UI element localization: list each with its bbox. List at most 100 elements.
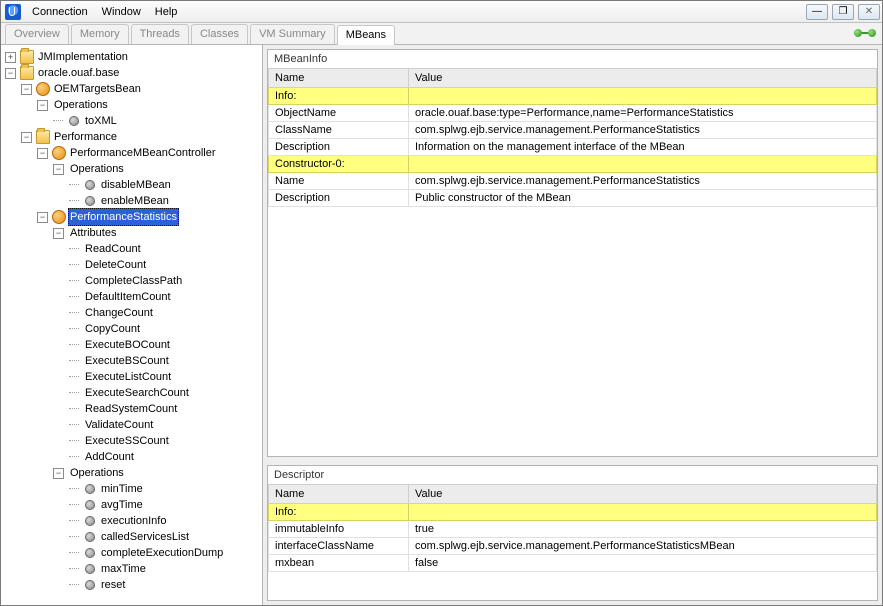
maximize-button[interactable]: ❐ — [832, 4, 854, 20]
tree-label: Attributes — [68, 225, 118, 241]
mbeaninfo-table: Name Value Info: ObjectNameoracle.ouaf.b… — [268, 68, 877, 207]
tree-label: JMImplementation — [36, 49, 130, 65]
tree-op-executioninfo[interactable]: executionInfo — [69, 513, 262, 529]
tree-node-enablembean[interactable]: enableMBean — [69, 193, 262, 209]
col-value[interactable]: Value — [409, 485, 877, 504]
info-header-row: Info: — [269, 504, 877, 521]
cell: Public constructor of the MBean — [409, 190, 877, 207]
menu-connection[interactable]: Connection — [25, 1, 95, 23]
tree-node-performance-statistics[interactable]: − PerformanceStatistics — [37, 209, 262, 225]
operation-icon — [85, 180, 95, 190]
tree-node-disablembean[interactable]: disableMBean — [69, 177, 262, 193]
cell: immutableInfo — [269, 521, 409, 538]
tab-overview[interactable]: Overview — [5, 24, 69, 44]
tree-label: oracle.ouaf.base — [36, 65, 121, 81]
cell — [409, 88, 877, 105]
tree-op-mintime[interactable]: minTime — [69, 481, 262, 497]
mbean-tree[interactable]: + JMImplementation − oracle.ouaf.base − … — [1, 45, 263, 605]
tree-attr-executelistcount[interactable]: ExecuteListCount — [69, 369, 262, 385]
col-name[interactable]: Name — [269, 69, 409, 88]
tree-attr-executebscount[interactable]: ExecuteBSCount — [69, 353, 262, 369]
tree-label: completeExecutionDump — [99, 545, 225, 561]
operation-icon — [85, 532, 95, 542]
tab-mbeans[interactable]: MBeans — [337, 25, 395, 45]
col-name[interactable]: Name — [269, 485, 409, 504]
tree-node-oemtargetsbean[interactable]: − OEMTargetsBean — [21, 81, 262, 97]
tree-node-pmbc-operations[interactable]: − Operations — [53, 161, 262, 177]
cell: Information on the management interface … — [409, 139, 877, 156]
tree-op-avgtime[interactable]: avgTime — [69, 497, 262, 513]
tree-node-jmimplementation[interactable]: + JMImplementation — [5, 49, 262, 65]
folder-icon — [36, 130, 50, 144]
tree-attr-validatecount[interactable]: ValidateCount — [69, 417, 262, 433]
detail-pane: MBeanInfo Name Value Info: ObjectNameora… — [263, 45, 882, 605]
tree-node-oracle-ouaf-base[interactable]: − oracle.ouaf.base — [5, 65, 262, 81]
tree-node-attributes[interactable]: − Attributes — [53, 225, 262, 241]
tree-node-oem-operations[interactable]: − Operations — [37, 97, 262, 113]
table-row[interactable]: mxbeanfalse — [269, 555, 877, 572]
tree-op-completeexecutiondump[interactable]: completeExecutionDump — [69, 545, 262, 561]
operation-icon — [85, 196, 95, 206]
tree-label: ReadCount — [83, 241, 143, 257]
tree-label: executionInfo — [99, 513, 168, 529]
menu-window[interactable]: Window — [95, 1, 148, 23]
close-button[interactable]: ✕ — [858, 4, 880, 20]
tree-attr-executebocount[interactable]: ExecuteBOCount — [69, 337, 262, 353]
cell: oracle.ouaf.base:type=Performance,name=P… — [409, 105, 877, 122]
tree-label: ExecuteListCount — [83, 369, 173, 385]
tree-attr-executesearchcount[interactable]: ExecuteSearchCount — [69, 385, 262, 401]
menu-help[interactable]: Help — [148, 1, 185, 23]
tree-attr-readsystemcount[interactable]: ReadSystemCount — [69, 401, 262, 417]
cell: Description — [269, 139, 409, 156]
table-row[interactable]: ClassNamecom.splwg.ejb.service.managemen… — [269, 122, 877, 139]
tree-label: ValidateCount — [83, 417, 155, 433]
cell: ObjectName — [269, 105, 409, 122]
table-row[interactable]: DescriptionPublic constructor of the MBe… — [269, 190, 877, 207]
tree-attr-defaultitemcount[interactable]: DefaultItemCount — [69, 289, 262, 305]
tab-memory[interactable]: Memory — [71, 24, 129, 44]
tree-label: ExecuteBSCount — [83, 353, 171, 369]
tree-attr-readcount[interactable]: ReadCount — [69, 241, 262, 257]
tab-classes[interactable]: Classes — [191, 24, 248, 44]
tree-label: ChangeCount — [83, 305, 155, 321]
cell: com.splwg.ejb.service.management.Perform… — [409, 173, 877, 190]
cell: Info: — [269, 88, 409, 105]
tree-op-reset[interactable]: reset — [69, 577, 262, 593]
tab-threads[interactable]: Threads — [131, 24, 189, 44]
tree-node-performance[interactable]: − Performance — [21, 129, 262, 145]
tree-label: Operations — [68, 465, 126, 481]
tree-node-performance-mbean-controller[interactable]: − PerformanceMBeanController — [37, 145, 262, 161]
menu-bar: Connection Window Help — ❐ ✕ — [1, 1, 882, 23]
tree-attr-deletecount[interactable]: DeleteCount — [69, 257, 262, 273]
cell: com.splwg.ejb.service.management.Perform… — [409, 538, 877, 555]
tree-label: ReadSystemCount — [83, 401, 179, 417]
main-split: + JMImplementation − oracle.ouaf.base − … — [1, 45, 882, 605]
minimize-button[interactable]: — — [806, 4, 828, 20]
tree-attr-addcount[interactable]: AddCount — [69, 449, 262, 465]
cell — [409, 156, 877, 173]
table-row[interactable]: Namecom.splwg.ejb.service.management.Per… — [269, 173, 877, 190]
bean-icon — [36, 82, 50, 96]
tree-attr-completeclasspath[interactable]: CompleteClassPath — [69, 273, 262, 289]
tree-op-calledserviceslist[interactable]: calledServicesList — [69, 529, 262, 545]
table-row[interactable]: interfaceClassNamecom.splwg.ejb.service.… — [269, 538, 877, 555]
java-icon — [5, 4, 21, 20]
tree-label: toXML — [83, 113, 119, 129]
window-controls: — ❐ ✕ — [806, 4, 882, 20]
tree-attr-changecount[interactable]: ChangeCount — [69, 305, 262, 321]
tab-vmsummary[interactable]: VM Summary — [250, 24, 335, 44]
cell: false — [409, 555, 877, 572]
tree-label: maxTime — [99, 561, 148, 577]
table-row[interactable]: DescriptionInformation on the management… — [269, 139, 877, 156]
tree-attr-executesscount[interactable]: ExecuteSSCount — [69, 433, 262, 449]
tree-attr-copycount[interactable]: CopyCount — [69, 321, 262, 337]
col-value[interactable]: Value — [409, 69, 877, 88]
tree-label: OEMTargetsBean — [52, 81, 143, 97]
tree-node-ps-operations[interactable]: − Operations — [53, 465, 262, 481]
table-row[interactable]: immutableInfotrue — [269, 521, 877, 538]
tree-op-maxtime[interactable]: maxTime — [69, 561, 262, 577]
table-row[interactable]: ObjectNameoracle.ouaf.base:type=Performa… — [269, 105, 877, 122]
tree-label: ExecuteSearchCount — [83, 385, 191, 401]
tree-label: DefaultItemCount — [83, 289, 173, 305]
tree-node-toxml[interactable]: toXML — [53, 113, 262, 129]
